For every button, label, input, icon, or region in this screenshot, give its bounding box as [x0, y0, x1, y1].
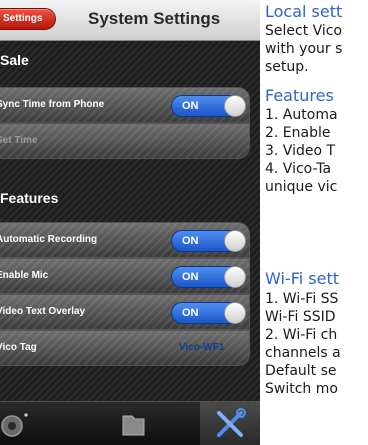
description-line: with your s — [265, 41, 343, 57]
toggle-knob — [224, 266, 246, 288]
tab-camera[interactable] — [0, 402, 50, 445]
toggle-state: ON — [182, 271, 199, 283]
row-label: Automatic Recording — [0, 234, 98, 245]
local-settings-title: Local sett — [265, 2, 343, 21]
description-line: 1. Wi-Fi SS — [265, 291, 339, 307]
row-label: Enable Mic — [0, 270, 49, 281]
settings-row-video-text-overlay[interactable]: Video Text Overlay ON — [0, 294, 250, 330]
row-label: Video Text Overlay — [0, 306, 86, 317]
settings-row-set-time[interactable]: Set Time — [0, 123, 250, 159]
toggle-state: ON — [182, 100, 199, 112]
description-line: Select Vico — [265, 23, 343, 39]
tab-bar — [0, 401, 260, 445]
vico-tag-value: Vico-WF1 — [179, 342, 225, 353]
back-button[interactable]: Settings — [0, 8, 56, 30]
row-label: Vico Tag — [0, 342, 37, 353]
description-line: Wi-Fi SSID — [265, 309, 336, 325]
description-line: channels a — [265, 345, 341, 361]
toggle-knob — [224, 95, 246, 117]
automatic-recording-toggle[interactable]: ON — [171, 230, 246, 252]
description-line: setup. — [265, 59, 309, 75]
description-line: 2. Enable — [265, 125, 331, 141]
toggle-state: ON — [182, 307, 199, 319]
settings-tools-icon — [217, 408, 246, 437]
description-line: 3. Video T — [265, 143, 336, 159]
description-line: 1. Automa — [265, 107, 338, 123]
description-line: unique vic — [265, 179, 338, 195]
row-label: Sync Time from Phone — [0, 99, 105, 110]
phone-screen: Settings System Settings Sale Sync Time … — [0, 0, 260, 445]
description-line: 2. Wi-Fi ch — [265, 327, 338, 343]
row-label: Set Time — [0, 135, 38, 146]
tab-settings[interactable] — [200, 402, 260, 445]
sync-time-toggle[interactable]: ON — [171, 95, 246, 117]
wifi-settings-title: Wi-Fi sett — [265, 269, 339, 288]
section-header-sale: Sale — [0, 52, 29, 68]
settings-row-sync-time[interactable]: Sync Time from Phone ON — [0, 87, 250, 123]
description-panel: Local sett Select Vico with your s setup… — [265, 0, 368, 445]
toggle-state: ON — [182, 235, 199, 247]
description-line: Switch mo — [265, 381, 338, 397]
page-title: System Settings — [88, 9, 221, 28]
toggle-knob — [224, 302, 246, 324]
description-line: 4. Vico-Ta — [265, 161, 332, 177]
enable-mic-toggle[interactable]: ON — [171, 266, 246, 288]
settings-row-automatic-recording[interactable]: Automatic Recording ON — [0, 222, 250, 258]
video-text-overlay-toggle[interactable]: ON — [171, 302, 246, 324]
settings-row-enable-mic[interactable]: Enable Mic ON — [0, 258, 250, 294]
description-line: Default se — [265, 363, 337, 379]
features-title: Features — [265, 86, 334, 105]
tab-files[interactable] — [103, 402, 163, 445]
settings-row-vico-tag[interactable]: Vico Tag Vico-WF1 — [0, 330, 250, 366]
section-header-features: Features — [0, 190, 59, 206]
navigation-bar: Settings System Settings — [0, 0, 260, 41]
toggle-knob — [224, 230, 246, 252]
camera-icon — [1, 413, 28, 437]
folder-icon — [122, 415, 145, 436]
